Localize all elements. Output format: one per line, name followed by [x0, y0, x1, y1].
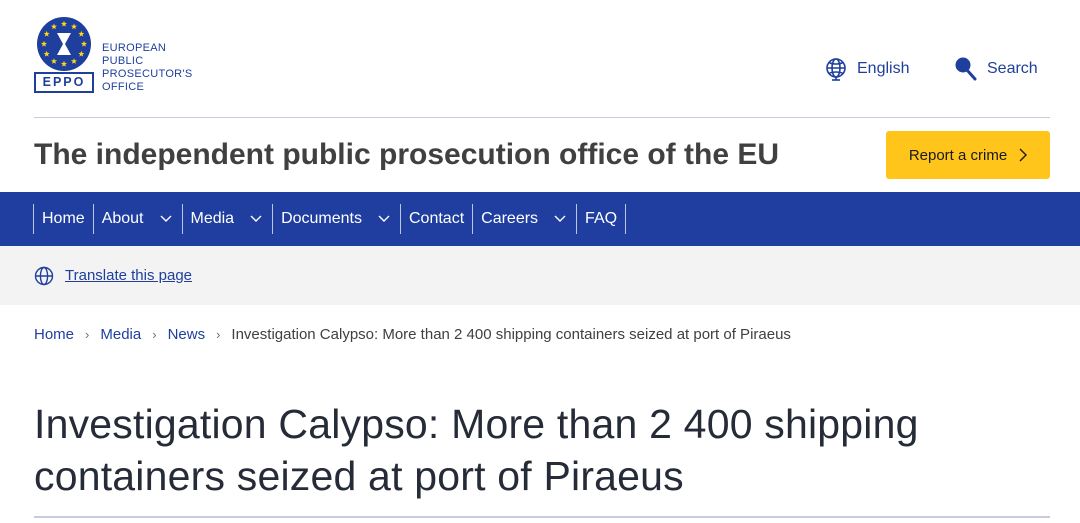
chevron-right-icon: › [85, 326, 90, 342]
chevron-down-icon[interactable] [378, 215, 390, 223]
star-icon [50, 58, 58, 64]
star-icon [80, 40, 88, 47]
nav-item-label: Contact [409, 210, 465, 227]
chevron-right-icon: › [152, 326, 157, 342]
page-title-line: Investigation Calypso: More than 2 400 s… [34, 401, 919, 447]
main-navigation: Home About Media Documents Contact Caree… [0, 192, 1080, 246]
nav-item-media[interactable]: Media [181, 204, 273, 234]
logo-wordmark: EUROPEAN PUBLIC PROSECUTOR'S OFFICE [102, 42, 192, 94]
nav-item-label: Careers [481, 210, 539, 227]
page-title-line: containers seized at port of Piraeus [34, 453, 684, 499]
nav-item-label: FAQ [585, 210, 618, 227]
star-icon [60, 60, 68, 67]
hourglass-icon [57, 33, 71, 55]
breadcrumb-news[interactable]: News [168, 326, 206, 343]
globe-icon [34, 266, 54, 285]
report-button-label: Report a crime [908, 146, 1008, 164]
star-icon [43, 50, 50, 57]
chevron-right-icon [1019, 148, 1028, 162]
nav-item-documents[interactable]: Documents [272, 204, 400, 234]
language-selector[interactable]: English [824, 56, 909, 82]
translate-bar: Translate this page [0, 246, 1080, 305]
breadcrumb: Home › Media › News › Investigation Caly… [34, 322, 791, 346]
star-icon [60, 20, 68, 27]
logo-acronym-box: EPPO [34, 72, 94, 93]
translate-page-link[interactable]: Translate this page [65, 267, 192, 284]
eppo-emblem: EPPO [34, 17, 94, 95]
star-icon [50, 23, 58, 30]
search-button[interactable]: Search [954, 56, 1038, 82]
nav-item-label: Documents [281, 210, 362, 227]
logo-line: EUROPEAN [102, 42, 167, 54]
site-title: The independent public prosecution offic… [34, 138, 780, 171]
eppo-logo[interactable]: EPPO EUROPEAN PUBLIC PROSECUTOR'S OFFICE [34, 17, 204, 97]
nav-item-faq[interactable]: FAQ [576, 204, 627, 234]
logo-line: PROSECUTOR'S [102, 68, 193, 80]
nav-item-about[interactable]: About [92, 204, 182, 234]
language-label: English [857, 60, 910, 77]
logo-line: PUBLIC [102, 55, 144, 67]
globe-icon [826, 58, 846, 81]
nav-item-label: About [101, 210, 144, 227]
star-icon [70, 23, 78, 30]
star-icon [78, 50, 85, 57]
search-icon [955, 57, 977, 81]
breadcrumb-media[interactable]: Media [100, 326, 141, 343]
nav-item-label: Home [42, 210, 85, 227]
header-divider [34, 117, 1050, 118]
nav-item-label: Media [190, 210, 235, 227]
star-icon [70, 58, 78, 64]
chevron-down-icon[interactable] [250, 215, 262, 223]
breadcrumb-current: Investigation Calypso: More than 2 400 s… [231, 325, 791, 343]
chevron-down-icon[interactable] [160, 215, 172, 223]
search-label: Search [987, 60, 1038, 77]
title-divider [34, 516, 1050, 518]
chevron-down-icon[interactable] [554, 215, 566, 223]
logo-acronym: EPPO [42, 75, 86, 89]
logo-line: OFFICE [102, 81, 145, 93]
star-icon [40, 40, 48, 47]
chevron-right-icon: › [216, 326, 221, 342]
page-title: Investigation Calypso: More than 2 400 s… [34, 398, 1044, 502]
star-icon [43, 30, 50, 37]
nav-item-contact[interactable]: Contact [400, 204, 472, 234]
nav-item-careers[interactable]: Careers [472, 204, 576, 234]
site-header: EPPO EUROPEAN PUBLIC PROSECUTOR'S OFFICE… [0, 0, 1080, 118]
star-icon [78, 30, 85, 37]
breadcrumb-home[interactable]: Home [34, 326, 74, 343]
nav-item-home[interactable]: Home [33, 204, 93, 234]
report-a-crime-button[interactable]: Report a crime [886, 131, 1050, 179]
